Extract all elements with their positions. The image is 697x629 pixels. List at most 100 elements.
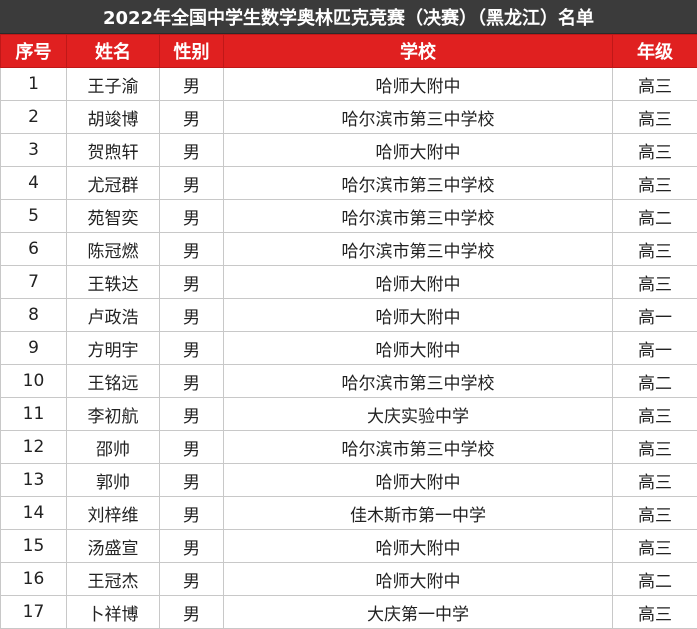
column-header-grade: 年级 [613,35,697,68]
cell-name: 贺煦轩 [67,134,160,167]
cell-number: 10 [1,365,67,398]
cell-grade: 高三 [613,497,697,530]
table-row: 8卢政浩男哈师大附中高一 [1,299,697,332]
cell-number: 2 [1,101,67,134]
cell-name: 卜祥博 [67,596,160,629]
cell-grade: 高三 [613,134,697,167]
cell-school: 大庆实验中学 [224,398,613,431]
cell-gender: 男 [160,464,224,497]
cell-grade: 高三 [613,233,697,266]
cell-name: 方明宇 [67,332,160,365]
cell-school: 哈师大附中 [224,530,613,563]
cell-school: 哈师大附中 [224,299,613,332]
cell-gender: 男 [160,101,224,134]
roster-sheet: 2022年全国中学生数学奥林匹克竞赛（决赛）（黑龙江）名单 序号 姓名 性别 学… [0,0,697,628]
cell-number: 17 [1,596,67,629]
cell-number: 8 [1,299,67,332]
table-row: 10王铭远男哈尔滨市第三中学校高二 [1,365,697,398]
cell-grade: 高一 [613,332,697,365]
cell-school: 哈尔滨市第三中学校 [224,233,613,266]
table-row: 7王轶达男哈师大附中高三 [1,266,697,299]
cell-name: 王轶达 [67,266,160,299]
cell-grade: 高三 [613,464,697,497]
cell-name: 汤盛宣 [67,530,160,563]
cell-name: 尤冠群 [67,167,160,200]
cell-number: 12 [1,431,67,464]
cell-gender: 男 [160,398,224,431]
cell-grade: 高一 [613,299,697,332]
cell-name: 邵帅 [67,431,160,464]
cell-grade: 高二 [613,365,697,398]
cell-school: 哈师大附中 [224,563,613,596]
table-body: 1王子渝男哈师大附中高三2胡竣博男哈尔滨市第三中学校高三3贺煦轩男哈师大附中高三… [1,68,697,629]
cell-number: 11 [1,398,67,431]
cell-gender: 男 [160,233,224,266]
cell-grade: 高三 [613,266,697,299]
cell-name: 王子渝 [67,68,160,101]
cell-name: 刘梓维 [67,497,160,530]
cell-gender: 男 [160,167,224,200]
sheet-title: 2022年全国中学生数学奥林匹克竞赛（决赛）（黑龙江）名单 [0,0,697,34]
cell-name: 郭帅 [67,464,160,497]
cell-grade: 高三 [613,167,697,200]
table-row: 5苑智奕男哈尔滨市第三中学校高二 [1,200,697,233]
cell-grade: 高三 [613,101,697,134]
cell-gender: 男 [160,596,224,629]
cell-gender: 男 [160,134,224,167]
cell-school: 哈师大附中 [224,332,613,365]
column-header-gender: 性别 [160,35,224,68]
cell-name: 王冠杰 [67,563,160,596]
cell-number: 7 [1,266,67,299]
cell-school: 哈师大附中 [224,464,613,497]
cell-name: 苑智奕 [67,200,160,233]
cell-grade: 高三 [613,596,697,629]
cell-gender: 男 [160,68,224,101]
cell-gender: 男 [160,299,224,332]
table-row: 12邵帅男哈尔滨市第三中学校高三 [1,431,697,464]
cell-school: 哈师大附中 [224,266,613,299]
cell-name: 李初航 [67,398,160,431]
header-row: 序号 姓名 性别 学校 年级 [1,35,697,68]
table-row: 16王冠杰男哈师大附中高二 [1,563,697,596]
cell-school: 哈尔滨市第三中学校 [224,431,613,464]
cell-grade: 高三 [613,530,697,563]
cell-school: 哈尔滨市第三中学校 [224,365,613,398]
cell-number: 4 [1,167,67,200]
table-row: 15汤盛宣男哈师大附中高三 [1,530,697,563]
cell-name: 胡竣博 [67,101,160,134]
table-row: 14刘梓维男佳木斯市第一中学高三 [1,497,697,530]
column-header-school: 学校 [224,35,613,68]
cell-gender: 男 [160,431,224,464]
column-header-number: 序号 [1,35,67,68]
column-header-name: 姓名 [67,35,160,68]
cell-number: 14 [1,497,67,530]
cell-number: 9 [1,332,67,365]
table-row: 17卜祥博男大庆第一中学高三 [1,596,697,629]
cell-grade: 高二 [613,563,697,596]
cell-number: 3 [1,134,67,167]
cell-number: 13 [1,464,67,497]
table-row: 1王子渝男哈师大附中高三 [1,68,697,101]
cell-number: 1 [1,68,67,101]
cell-number: 6 [1,233,67,266]
table-row: 11李初航男大庆实验中学高三 [1,398,697,431]
cell-name: 陈冠燃 [67,233,160,266]
cell-gender: 男 [160,497,224,530]
cell-gender: 男 [160,200,224,233]
table-header: 序号 姓名 性别 学校 年级 [1,35,697,68]
cell-gender: 男 [160,563,224,596]
cell-school: 哈尔滨市第三中学校 [224,101,613,134]
table-row: 9方明宇男哈师大附中高一 [1,332,697,365]
cell-grade: 高三 [613,398,697,431]
cell-number: 16 [1,563,67,596]
cell-grade: 高三 [613,431,697,464]
table-row: 6陈冠燃男哈尔滨市第三中学校高三 [1,233,697,266]
cell-school: 哈尔滨市第三中学校 [224,200,613,233]
table-row: 2胡竣博男哈尔滨市第三中学校高三 [1,101,697,134]
cell-gender: 男 [160,365,224,398]
cell-gender: 男 [160,266,224,299]
cell-school: 哈师大附中 [224,68,613,101]
cell-school: 哈师大附中 [224,134,613,167]
cell-name: 卢政浩 [67,299,160,332]
cell-name: 王铭远 [67,365,160,398]
